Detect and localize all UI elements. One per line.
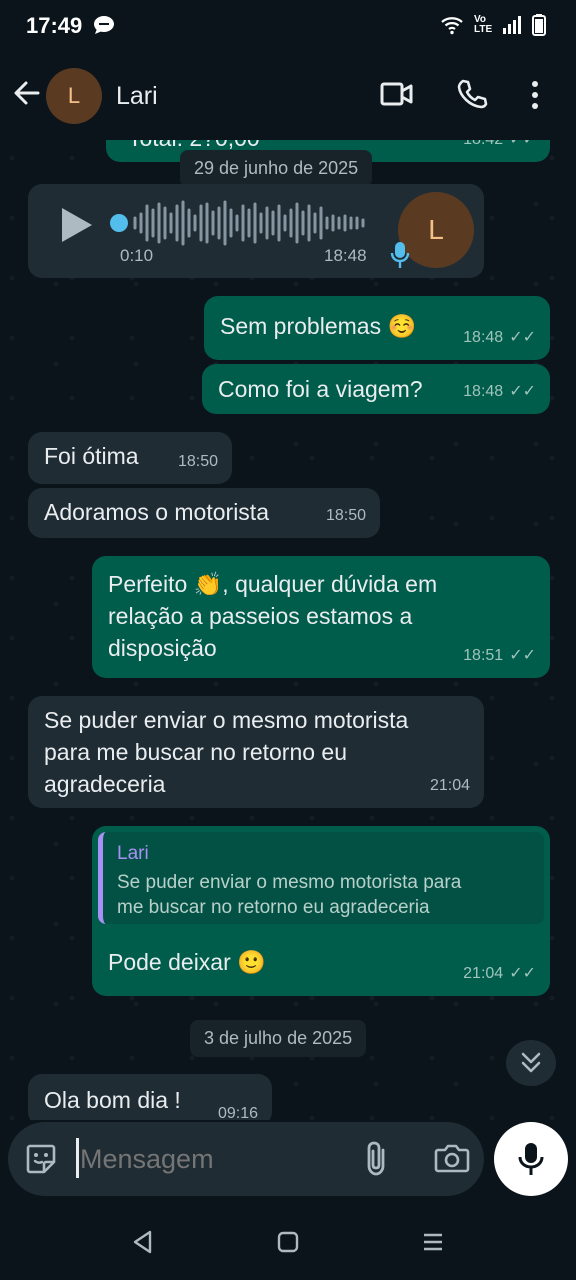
chat-header: L Lari [0,52,576,140]
play-icon[interactable] [60,206,94,244]
date-chip: 29 de junho de 2025 [180,150,373,187]
voice-duration: 0:10 [120,246,154,265]
message-meta: 18:51 ✓✓ [463,640,536,672]
message-meta: 18:50 [177,453,218,470]
read-check-icon: ✓✓ [509,329,536,346]
contact-avatar[interactable]: L [46,68,102,124]
read-check-icon: ✓✓ [509,647,536,664]
sticker-emoji-icon[interactable] [24,1142,58,1176]
system-navigation-bar [0,1206,576,1280]
status-time: 17:49 [26,13,83,38]
outgoing-message[interactable]: Sem problemas ☺️ 18:48 ✓✓ [204,296,550,360]
video-call-icon[interactable] [380,80,414,108]
contact-name[interactable]: Lari [116,82,158,111]
quoted-text: Se puder enviar o mesmo motorista para m… [117,872,462,918]
message-meta: 18:50 [325,507,366,524]
outgoing-message[interactable]: Perfeito 👏, qualquer dúvida em relação a… [92,556,550,678]
read-check-icon: ✓✓ [509,140,536,156]
date-chip: 3 de julho de 2025 [190,1020,367,1057]
incoming-message[interactable]: Se puder enviar o mesmo motorista para m… [28,696,484,808]
double-chevron-down-icon [521,1052,541,1073]
nav-back-icon[interactable] [132,1230,154,1254]
chat-area[interactable]: Total: 2?0,00 18:42 ✓✓ 29 de junho de 20… [0,140,576,1120]
outgoing-reply-message[interactable]: Lari Se puder enviar o mesmo motorista p… [92,826,550,996]
incoming-message[interactable]: Adoramos o motorista 18:50 [28,488,380,538]
more-options-icon[interactable] [530,80,540,110]
read-check-icon: ✓✓ [509,965,536,982]
status-bar: 17:49 Vo LTE [0,0,576,52]
wifi-icon [441,17,463,35]
message-meta: 18:42 ✓✓ [463,140,536,156]
message-text: Se puder enviar o mesmo motorista para m… [44,707,409,797]
nav-recents-icon[interactable] [422,1232,444,1252]
voice-call-icon[interactable] [456,78,488,110]
record-voice-button[interactable] [494,1122,568,1196]
microphone-icon [518,1143,544,1175]
signal-icon [503,16,521,34]
message-meta: 18:48 ✓✓ [463,322,536,354]
back-arrow-icon[interactable] [12,78,42,108]
read-check-icon: ✓✓ [509,383,536,400]
battery-icon [532,14,546,36]
attach-icon[interactable] [364,1140,390,1178]
message-meta: 18:48 ✓✓ [463,376,536,408]
nav-home-icon[interactable] [277,1231,299,1253]
outgoing-message[interactable]: Como foi a viagem? 18:48 ✓✓ [202,364,550,414]
message-text: Perfeito 👏, qualquer dúvida em relação a… [108,571,438,661]
incoming-message[interactable]: Foi ótima 18:50 [28,432,232,484]
microphone-icon [390,242,410,268]
quoted-message[interactable]: Lari Se puder enviar o mesmo motorista p… [98,832,544,924]
incoming-message[interactable]: Ola bom dia ! 09:16 [28,1074,272,1120]
message-input-bar [8,1122,484,1196]
message-input[interactable] [78,1138,342,1180]
message-meta: 21:04 ✓✓ [463,958,536,990]
status-right: Vo LTE [440,14,546,36]
audio-waveform[interactable] [132,200,368,246]
camera-icon[interactable] [434,1142,470,1174]
audio-progress-dot[interactable] [110,214,128,232]
message-text: Sem problemas ☺️ [220,313,417,339]
message-text: Pode deixar 🙂 [108,949,266,975]
message-text: Foi ótima [44,443,139,469]
message-text: Ola bom dia ! [44,1087,181,1113]
scroll-to-bottom-button[interactable] [506,1040,556,1086]
message-text: Adoramos o motorista [44,499,269,525]
quoted-author: Lari [117,843,149,864]
volte-label: Vo LTE [474,14,493,35]
message-meta: 21:04 [429,777,470,794]
voice-time: 18:48 [324,246,367,265]
message-meta: 09:16 [217,1105,258,1120]
voice-message[interactable]: 0:10 18:48 L [28,184,484,278]
message-text: Como foi a viagem? [218,376,423,402]
chat-notification-icon [94,16,114,34]
